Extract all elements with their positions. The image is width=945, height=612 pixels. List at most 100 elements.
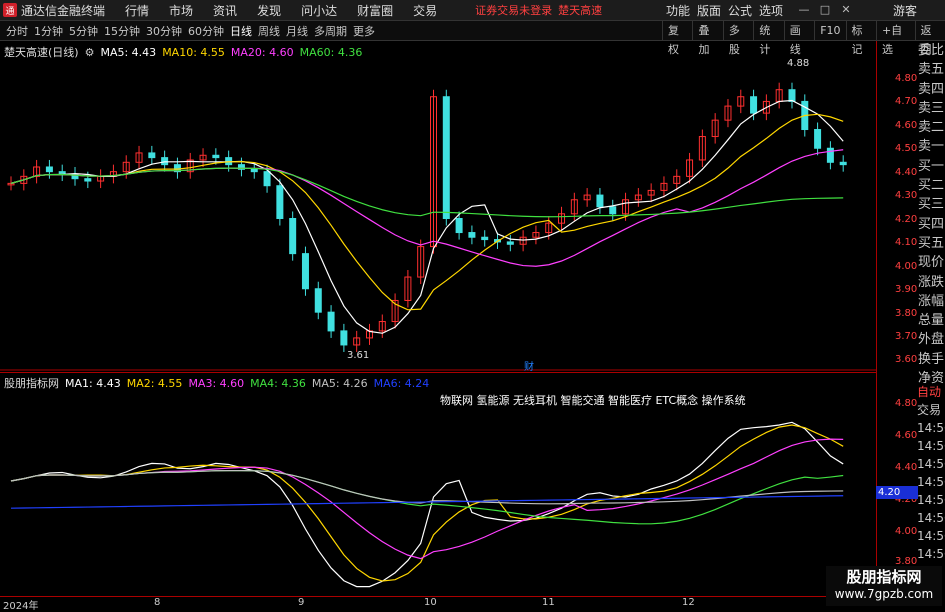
time-item: 14:56 [917, 421, 945, 435]
tab-monthly[interactable]: 月线 [286, 23, 308, 39]
watermark-title: 股朋指标网 [846, 568, 922, 586]
tab-multi-period[interactable]: 多周期 [314, 23, 347, 39]
stock-name-notice: 楚天高速 [558, 4, 603, 17]
low-price-label: 3.61 [347, 350, 370, 361]
tab-daily[interactable]: 日线 [230, 23, 252, 39]
order-label[interactable]: 卖三 [917, 99, 945, 118]
axis-tick: 3.80 [895, 308, 918, 319]
tab-30min[interactable]: 30分钟 [146, 23, 182, 39]
mark-button[interactable]: 标记 [845, 21, 876, 56]
date-tick: 10 [424, 597, 437, 608]
order-label[interactable]: 外盘 [917, 330, 945, 349]
candle-body [276, 185, 284, 219]
tab-5min[interactable]: 5分钟 [69, 23, 98, 39]
order-label[interactable]: 买二 [917, 176, 945, 195]
menu-quotes[interactable]: 行情 [125, 2, 149, 19]
add-watchlist-button[interactable]: +自选 [875, 21, 915, 56]
order-book-labels: 委比 卖五 卖四 卖三 卖二 卖一 买一 买二 买三 买四 买五 现价 涨跌 涨… [917, 41, 945, 386]
ind-axis-tick: 4.40 [895, 462, 918, 473]
trade-label[interactable]: 交易 [917, 401, 945, 419]
overlay-button[interactable]: 叠加 [692, 21, 722, 56]
tab-15min[interactable]: 15分钟 [104, 23, 140, 39]
order-label[interactable]: 委比 [917, 41, 945, 60]
current-value-badge: 4.20 [876, 486, 918, 499]
menu-discover[interactable]: 发现 [257, 2, 281, 19]
axis-tick: 4.00 [895, 261, 918, 272]
order-label[interactable]: 卖四 [917, 80, 945, 99]
ma10-line [10, 113, 844, 311]
menu-ask[interactable]: 问小达 [301, 2, 337, 19]
menu-market[interactable]: 市场 [169, 2, 193, 19]
tab-60min[interactable]: 60分钟 [188, 23, 224, 39]
maximize-icon[interactable]: □ [818, 3, 832, 17]
candle-body [225, 157, 233, 166]
statistics-button[interactable]: 统计 [753, 21, 783, 56]
menu-wealth[interactable]: 财富圈 [357, 2, 393, 19]
candle-body [161, 157, 169, 166]
candle-body [468, 232, 476, 238]
login-notice[interactable]: 证券交易未登录 [475, 2, 552, 18]
candle-body [327, 311, 335, 332]
candle-body [212, 154, 220, 159]
candle-body [314, 288, 322, 313]
tab-weekly[interactable]: 周线 [258, 23, 280, 39]
candle-body [289, 218, 297, 255]
axis-tick: 4.50 [895, 143, 918, 154]
order-label[interactable]: 涨幅 [917, 292, 945, 311]
order-label[interactable]: 买五 [917, 234, 945, 253]
candle-body [481, 236, 489, 241]
tab-intraday[interactable]: 分时 [6, 23, 28, 39]
order-label[interactable]: 买一 [917, 157, 945, 176]
candle-body [45, 166, 53, 173]
menu-options[interactable]: 选项 [759, 2, 783, 19]
order-label[interactable]: 买三 [917, 195, 945, 214]
ma6-line [10, 495, 844, 509]
menu-trade[interactable]: 交易 [413, 2, 437, 19]
back-button[interactable]: 返回 [914, 21, 945, 56]
price-axis: 4.80 4.70 4.60 4.50 4.40 4.30 4.20 4.10 … [876, 41, 917, 596]
auto-trade-label[interactable]: 自动 [917, 383, 945, 401]
f10-button[interactable]: F10 [814, 21, 845, 40]
app-title: 通达信金融终端 [21, 3, 106, 18]
menu-formula[interactable]: 公式 [728, 2, 752, 19]
multi-stock-button[interactable]: 多股 [722, 21, 753, 56]
menu-function[interactable]: 功能 [666, 2, 690, 19]
restore-rights-button[interactable]: 复权 [662, 21, 692, 56]
finance-marker[interactable]: 财 [524, 358, 534, 373]
order-label[interactable]: 卖一 [917, 137, 945, 156]
ma5-ind-line [10, 469, 844, 505]
order-label[interactable]: 换手 [917, 350, 945, 369]
candle-body [455, 218, 463, 234]
candlestick-chart[interactable] [0, 41, 876, 371]
order-label[interactable]: 买四 [917, 215, 945, 234]
tab-1min[interactable]: 1分钟 [34, 23, 63, 39]
time-item: 14:56 [917, 457, 945, 471]
candle-body [442, 96, 450, 220]
order-label[interactable]: 总量 [917, 311, 945, 330]
minimize-icon[interactable]: — [797, 3, 811, 17]
tab-more[interactable]: 更多 [353, 23, 375, 39]
order-label[interactable]: 现价 [917, 253, 945, 272]
indicator-chart[interactable] [0, 372, 876, 597]
draw-line-button[interactable]: 画线 [783, 21, 814, 56]
candle-body [340, 330, 348, 346]
order-label[interactable]: 涨跌 [917, 273, 945, 292]
axis-tick: 4.40 [895, 167, 918, 178]
menu-bar: 通 通达信金融终端 行情 市场 资讯 发现 问小达 财富圈 交易 证券交易未登录… [0, 0, 945, 21]
date-tick: 2024年 [3, 601, 39, 612]
order-label[interactable]: 卖二 [917, 118, 945, 137]
guest-label[interactable]: 游客 [893, 2, 917, 19]
period-toolbar: 分时 1分钟 5分钟 15分钟 30分钟 60分钟 日线 周线 月线 多周期 更… [0, 21, 945, 56]
ind-axis-tick: 4.80 [895, 398, 918, 409]
candle-body [84, 178, 92, 182]
close-icon[interactable]: ✕ [839, 3, 853, 17]
candle-body [814, 129, 822, 149]
candle-body [609, 206, 617, 215]
axis-tick: 3.90 [895, 284, 918, 295]
menu-news[interactable]: 资讯 [213, 2, 237, 19]
candle-body [826, 147, 834, 163]
date-axis: 2024年 8 9 10 11 12 [0, 596, 876, 612]
order-label[interactable]: 卖五 [917, 60, 945, 79]
menu-layout[interactable]: 版面 [697, 2, 721, 19]
ma20-line [10, 149, 844, 267]
